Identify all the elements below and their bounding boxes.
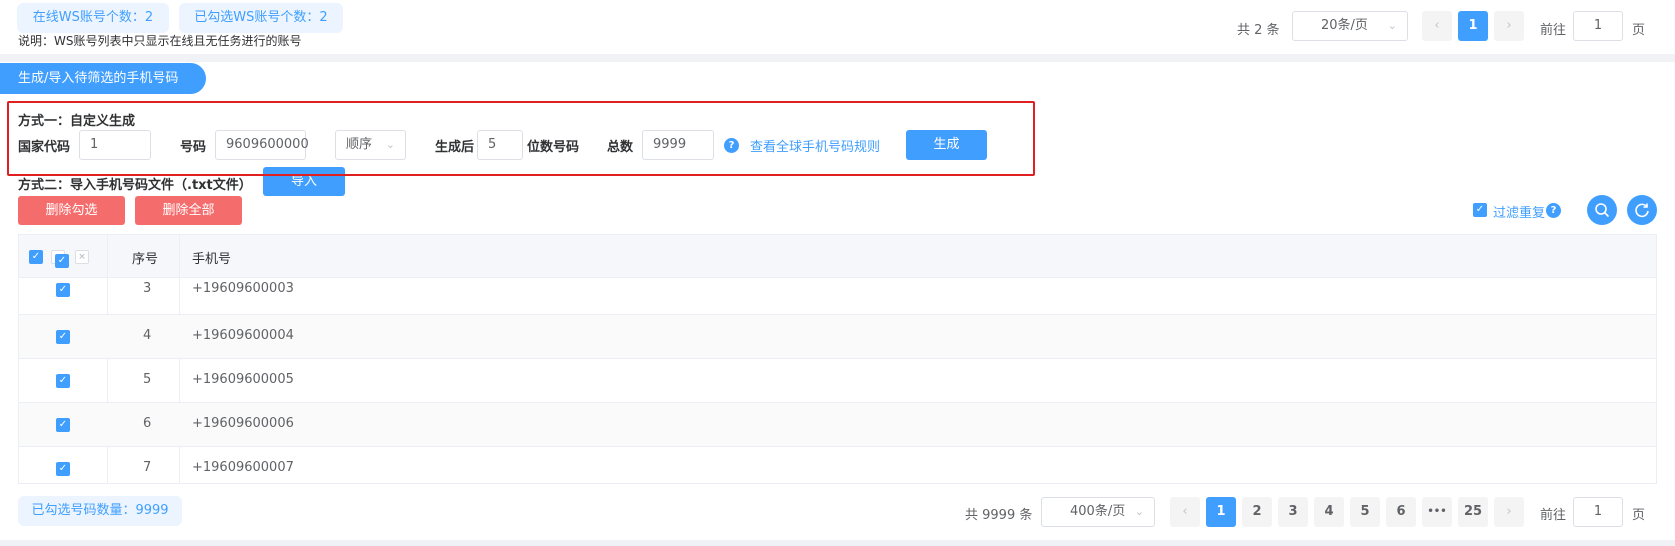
bottom-page-4[interactable]: 4	[1314, 497, 1344, 527]
top-prev-page-button[interactable]: ‹	[1422, 11, 1452, 41]
top-goto-input[interactable]: 1	[1573, 11, 1623, 41]
bottom-page-3[interactable]: 3	[1278, 497, 1308, 527]
table-row: ✓ 7 +19609600007	[19, 447, 1656, 483]
chevron-down-icon: ⌄	[1387, 19, 1397, 32]
section-title: 生成/导入待筛选的手机号码	[0, 63, 206, 94]
bottom-page-suffix: 页	[1632, 508, 1646, 523]
bottom-page-5[interactable]: 5	[1350, 497, 1380, 527]
top-goto-label: 前往	[1540, 23, 1567, 38]
bottom-pagination-total: 共 9999 条	[965, 508, 1033, 523]
table-row: ✓ 3 +19609600003	[19, 279, 1656, 315]
delete-all-button[interactable]: 删除全部	[135, 196, 242, 225]
refresh-button[interactable]	[1627, 195, 1657, 225]
filter-duplicates-label[interactable]: 过滤重复	[1493, 202, 1545, 221]
row-checkbox[interactable]: ✓	[56, 374, 70, 388]
row-phone: +19609600005	[192, 372, 294, 387]
chevron-down-icon: ⌄	[1134, 505, 1144, 518]
bottom-goto-input[interactable]: 1	[1573, 497, 1623, 527]
row-checkbox[interactable]: ✓	[56, 418, 70, 432]
row-checkbox[interactable]: ✓	[56, 462, 70, 476]
top-pagination-total: 共 2 条	[1237, 23, 1280, 38]
chevron-left-icon: ‹	[1182, 504, 1188, 519]
bottom-page-6[interactable]: 6	[1386, 497, 1416, 527]
online-accounts-tag: 在线WS账号个数：2	[17, 3, 169, 33]
column-header-index: 序号	[132, 252, 159, 267]
header-checked-checkbox[interactable]: ✓	[55, 254, 69, 268]
row-index: 7	[143, 460, 152, 475]
filter-duplicates-checkbox[interactable]: ✓	[1473, 203, 1487, 217]
search-button[interactable]	[1587, 195, 1617, 225]
account-list-note: 说明：WS账号列表中只显示在线且无任务进行的账号	[18, 34, 302, 48]
question-circle-icon[interactable]: ?	[1546, 203, 1561, 218]
search-icon	[1595, 203, 1609, 217]
top-page-1[interactable]: 1	[1458, 11, 1488, 41]
row-phone: +19609600006	[192, 416, 294, 431]
selected-accounts-tag: 已勾选WS账号个数：2	[179, 3, 343, 33]
table-header: ✓ ✓ × 序号 手机号	[19, 235, 1656, 278]
row-phone: +19609600003	[192, 281, 294, 296]
row-index: 5	[143, 372, 152, 387]
bottom-page-size-value: 400条/页	[1070, 504, 1126, 519]
bottom-page-2[interactable]: 2	[1242, 497, 1272, 527]
checkbox-disabled-icon: ×	[75, 250, 89, 264]
top-page-size-select[interactable]: 20条/页 ⌄	[1292, 11, 1408, 41]
top-next-page-button[interactable]: ›	[1494, 11, 1524, 41]
refresh-icon	[1635, 203, 1649, 218]
select-all-checkbox[interactable]: ✓	[29, 250, 43, 264]
row-index: 6	[143, 416, 152, 431]
row-phone: +19609600004	[192, 328, 294, 343]
bottom-prev-page-button[interactable]: ‹	[1170, 497, 1200, 527]
table-row: ✓ 5 +19609600005	[19, 359, 1656, 403]
chevron-right-icon: ›	[1506, 504, 1512, 519]
bottom-next-page-button[interactable]: ›	[1494, 497, 1524, 527]
row-phone: +19609600007	[192, 460, 294, 475]
bottom-page-ellipsis[interactable]: •••	[1422, 497, 1452, 527]
method2-title: 方式二：导入手机号码文件（.txt文件）	[18, 178, 252, 193]
phone-table: ✓ ✓ × 序号 手机号 ✓ 3 +19609600003 ✓ 4 +19609…	[18, 234, 1657, 484]
top-page-suffix: 页	[1632, 23, 1646, 38]
row-index: 4	[143, 328, 152, 343]
bottom-goto-label: 前往	[1540, 508, 1567, 523]
bottom-page-1[interactable]: 1	[1206, 497, 1236, 527]
table-row: ✓ 4 +19609600004	[19, 315, 1656, 359]
row-index: 3	[143, 281, 152, 296]
top-page-size-value: 20条/页	[1321, 18, 1368, 33]
row-checkbox[interactable]: ✓	[56, 283, 70, 297]
row-checkbox[interactable]: ✓	[56, 330, 70, 344]
chevron-left-icon: ‹	[1434, 18, 1440, 33]
bottom-page-size-select[interactable]: 400条/页 ⌄	[1041, 497, 1155, 527]
bottom-page-last[interactable]: 25	[1458, 497, 1488, 527]
highlight-frame	[7, 101, 1035, 176]
column-header-phone: 手机号	[192, 252, 232, 267]
table-row: ✓ 6 +19609600006	[19, 403, 1656, 447]
selected-count-tag: 已勾选号码数量：9999	[18, 496, 182, 526]
delete-selected-button[interactable]: 删除勾选	[18, 196, 125, 225]
chevron-right-icon: ›	[1506, 18, 1512, 33]
